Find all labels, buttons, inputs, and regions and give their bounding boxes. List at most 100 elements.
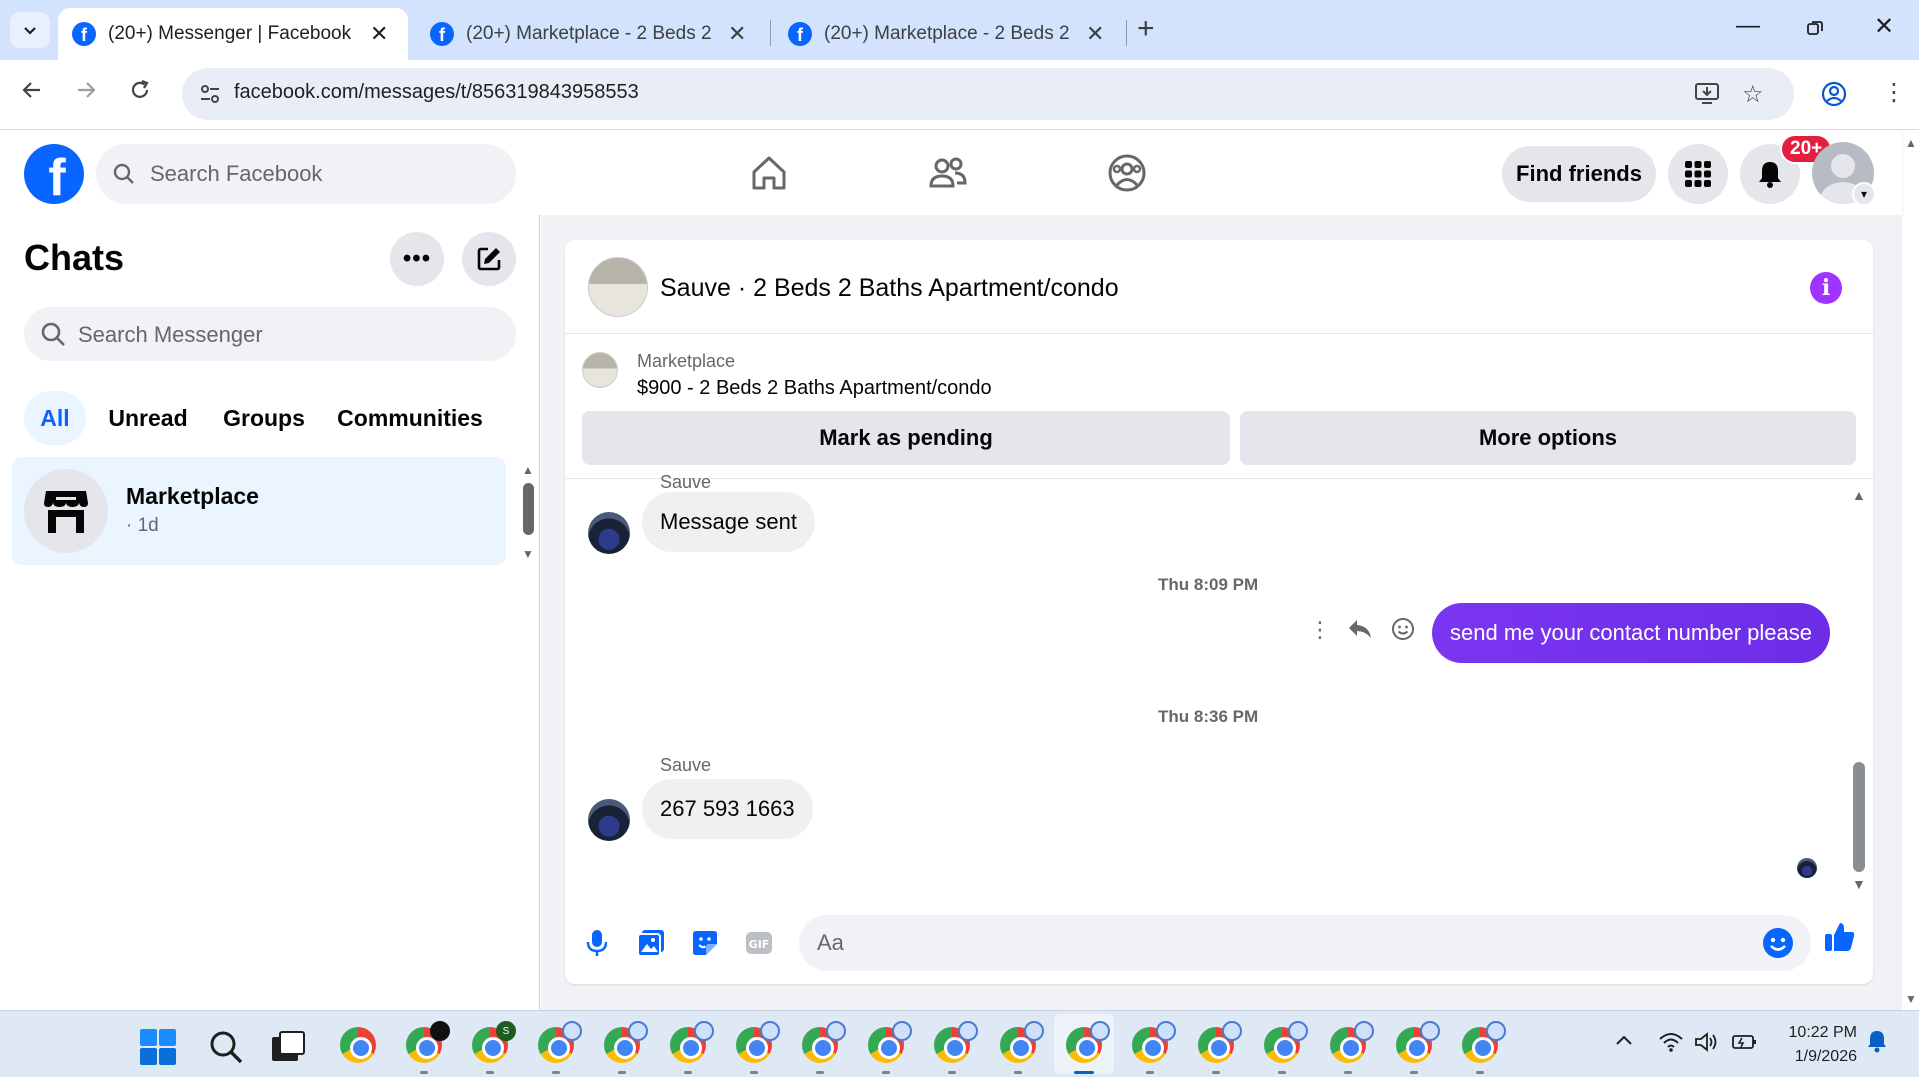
notification-bell-icon[interactable] <box>1866 1029 1888 1059</box>
scroll-down-arrow-icon[interactable]: ▼ <box>522 547 534 561</box>
chrome-taskbar-icon[interactable] <box>734 1021 780 1065</box>
chrome-taskbar-icon[interactable] <box>1196 1021 1242 1065</box>
page-scroll-up-arrow-icon[interactable]: ▲ <box>1905 136 1917 150</box>
forward-button[interactable] <box>74 78 98 109</box>
battery-icon[interactable] <box>1730 1031 1758 1059</box>
browser-tab-marketplace-1[interactable]: f (20+) Marketplace - 2 Beds 2 Ba ✕ <box>416 8 766 60</box>
back-button[interactable] <box>20 78 44 109</box>
close-tab-icon[interactable]: ✕ <box>728 21 746 47</box>
incoming-message-bubble[interactable]: Message sent <box>642 492 815 552</box>
message-input[interactable]: Aa <box>799 915 1811 971</box>
chat-list-item[interactable]: Marketplace · 1d <box>12 457 506 565</box>
menu-grid-button[interactable] <box>1668 144 1728 204</box>
running-indicator <box>750 1071 758 1074</box>
marketplace-listing-banner: Marketplace $900 - 2 Beds 2 Baths Apartm… <box>565 335 1873 479</box>
install-app-icon[interactable] <box>1694 80 1720 113</box>
new-tab-button[interactable]: + <box>1137 12 1155 46</box>
message-timestamp: Thu 8:36 PM <box>1158 707 1259 726</box>
mark-as-pending-button[interactable]: Mark as pending <box>582 411 1230 465</box>
wifi-icon[interactable] <box>1658 1031 1684 1059</box>
page-scroll-down-arrow-icon[interactable]: ▼ <box>1905 992 1917 1006</box>
thumbs-up-like-icon[interactable] <box>1823 920 1857 954</box>
sender-avatar[interactable] <box>588 512 630 554</box>
show-hidden-icons-chevron-icon[interactable] <box>1614 1031 1634 1057</box>
listing-title[interactable]: $900 - 2 Beds 2 Baths Apartment/condo <box>637 377 992 400</box>
chrome-taskbar-icon[interactable] <box>668 1021 714 1065</box>
incoming-message-bubble[interactable]: 267 593 1663 <box>642 779 813 839</box>
chrome-taskbar-icon[interactable] <box>536 1021 582 1065</box>
search-icon[interactable] <box>206 1027 246 1067</box>
find-friends-button[interactable]: Find friends <box>1502 146 1656 202</box>
taskbar-clock[interactable]: 10:22 PM 1/9/2026 <box>1775 1021 1857 1069</box>
home-nav-icon[interactable] <box>748 152 790 194</box>
friends-nav-icon[interactable] <box>927 152 969 194</box>
filter-tab-groups[interactable]: Groups <box>222 391 306 445</box>
url-text[interactable]: facebook.com/messages/t/856319843958553 <box>234 81 639 104</box>
bookmark-star-icon[interactable]: ☆ <box>1742 80 1764 109</box>
chat-options-button[interactable]: ••• <box>390 232 444 286</box>
close-window-button[interactable]: ✕ <box>1874 12 1894 41</box>
address-bar[interactable]: facebook.com/messages/t/856319843958553 … <box>182 68 1794 120</box>
message-more-icon[interactable]: ⋮ <box>1309 617 1331 643</box>
more-options-button[interactable]: More options <box>1240 411 1856 465</box>
voice-clip-icon[interactable] <box>580 926 614 960</box>
filter-tab-communities[interactable]: Communities <box>337 391 483 445</box>
conversation-title[interactable]: Sauve · 2 Beds 2 Baths Apartment/condo <box>660 274 1119 303</box>
close-tab-icon[interactable]: ✕ <box>1086 21 1104 47</box>
scroll-up-arrow-icon[interactable]: ▲ <box>522 463 534 477</box>
clock-time: 10:22 PM <box>1788 1024 1857 1041</box>
chrome-taskbar-icon[interactable] <box>1130 1021 1176 1065</box>
close-tab-icon[interactable]: ✕ <box>370 21 388 47</box>
react-emoji-icon[interactable] <box>1391 617 1415 648</box>
gif-icon[interactable]: GIF <box>742 926 776 960</box>
filter-tab-unread[interactable]: Unread <box>108 391 187 445</box>
chrome-taskbar-icon[interactable] <box>602 1021 648 1065</box>
chrome-taskbar-icon[interactable] <box>338 1025 378 1065</box>
site-settings-icon[interactable] <box>196 80 224 108</box>
chrome-taskbar-icon[interactable]: S <box>470 1021 516 1065</box>
reload-button[interactable] <box>128 78 152 109</box>
filter-tab-all[interactable]: All <box>24 391 86 445</box>
scroll-up-arrow-icon[interactable]: ▲ <box>1852 487 1866 503</box>
new-message-button[interactable] <box>462 232 516 286</box>
reply-icon[interactable] <box>1347 617 1373 648</box>
chrome-taskbar-icon[interactable] <box>404 1021 450 1065</box>
facebook-logo-icon[interactable]: f <box>24 144 84 204</box>
chrome-taskbar-icon[interactable] <box>800 1021 846 1065</box>
chrome-taskbar-icon[interactable] <box>932 1021 978 1065</box>
scroll-down-arrow-icon[interactable]: ▼ <box>1852 876 1866 892</box>
minimize-window-button[interactable]: — <box>1736 12 1760 40</box>
task-view-icon[interactable] <box>268 1027 308 1067</box>
groups-nav-icon[interactable] <box>1106 152 1148 194</box>
outgoing-message-bubble[interactable]: send me your contact number please <box>1432 603 1830 663</box>
browser-menu-icon[interactable]: ⋮ <box>1882 78 1906 107</box>
chat-list-scrollbar[interactable] <box>523 483 534 535</box>
facebook-search-input[interactable]: Search Facebook <box>96 144 516 204</box>
profile-account-icon[interactable] <box>1820 80 1848 115</box>
messenger-search-input[interactable]: Search Messenger <box>24 307 516 361</box>
chrome-taskbar-icon[interactable] <box>998 1021 1044 1065</box>
conversation-info-icon[interactable]: i <box>1810 272 1842 304</box>
chrome-taskbar-icon[interactable] <box>866 1021 912 1065</box>
chrome-taskbar-icon[interactable] <box>1394 1021 1440 1065</box>
tab-search-button[interactable] <box>10 12 50 48</box>
emoji-picker-icon[interactable] <box>1762 927 1794 959</box>
browser-tab-marketplace-2[interactable]: f (20+) Marketplace - 2 Beds 2 Ba ✕ <box>774 8 1124 60</box>
chrome-taskbar-icon[interactable] <box>1460 1021 1506 1065</box>
message-list-scrollbar[interactable] <box>1853 762 1865 872</box>
conversation-avatar[interactable] <box>588 257 648 317</box>
chevron-down-icon <box>24 27 36 35</box>
browser-tab-messenger[interactable]: f (20+) Messenger | Facebook ✕ <box>58 8 408 60</box>
sender-avatar[interactable] <box>588 799 630 841</box>
restore-window-button[interactable] <box>1806 16 1824 44</box>
chrome-taskbar-icon[interactable] <box>1064 1021 1110 1065</box>
volume-icon[interactable] <box>1694 1031 1720 1059</box>
chrome-taskbar-icon[interactable] <box>1262 1021 1308 1065</box>
attach-photo-icon[interactable] <box>634 926 668 960</box>
sticker-icon[interactable] <box>688 926 722 960</box>
chrome-taskbar-icon[interactable] <box>1328 1021 1374 1065</box>
chats-sidebar: Chats ••• Search Messenger All Unread Gr… <box>0 215 540 1010</box>
account-chevron-icon[interactable]: ▾ <box>1852 182 1876 206</box>
listing-thumbnail[interactable] <box>582 352 618 388</box>
windows-start-icon[interactable] <box>138 1027 178 1067</box>
